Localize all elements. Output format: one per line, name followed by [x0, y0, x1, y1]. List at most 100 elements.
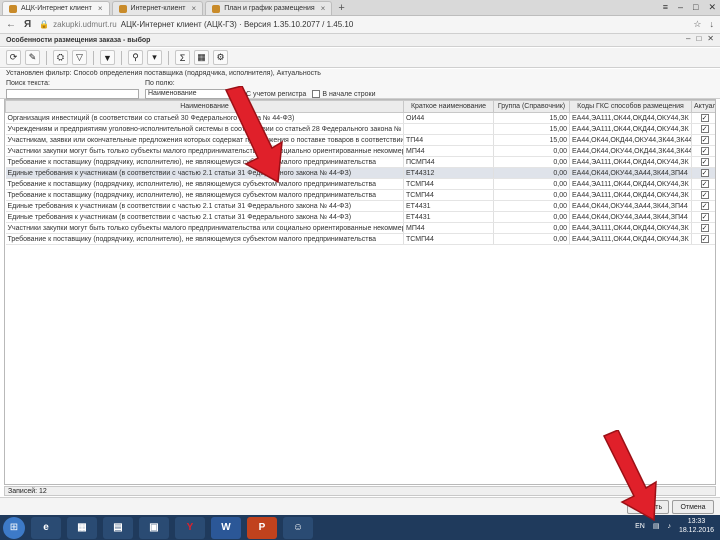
cell-codes: ЕА44,ОК44,ОКД44,ОКУ44,ЗК44,ЗК44: [569, 134, 692, 146]
minimize-icon[interactable]: –: [678, 2, 683, 13]
tab-close-icon[interactable]: ×: [321, 4, 326, 13]
funnel-icon[interactable]: ▼: [100, 50, 115, 65]
browser-tab-0[interactable]: АЦК-Интернет клиент ×: [2, 1, 110, 15]
table-icon[interactable]: ▦: [194, 50, 209, 65]
active-checkbox[interactable]: ✓: [700, 136, 709, 144]
table-row[interactable]: Требование к поставщику (подрядчику, исп…: [5, 156, 715, 168]
menu-icon[interactable]: ≡: [663, 2, 668, 13]
cell-name: Единые требования к участникам (в соотве…: [5, 200, 404, 212]
table-row[interactable]: Требование к поставщику (подрядчику, исп…: [5, 189, 715, 201]
active-checkbox[interactable]: ✓: [700, 235, 709, 243]
table-row[interactable]: Участники закупки могут быть только субъ…: [5, 145, 715, 157]
active-checkbox[interactable]: ✓: [700, 125, 709, 133]
col-header-group[interactable]: Группа (Справочник): [493, 100, 570, 113]
cell-group: 0,00: [493, 222, 570, 234]
table-row[interactable]: Учреждениям и предприятиям уголовно-испо…: [5, 123, 715, 135]
cell-short: ТП44: [403, 134, 494, 146]
tab-close-icon[interactable]: ×: [192, 4, 197, 13]
taskbar-app-yandex-icon[interactable]: Y: [175, 516, 205, 539]
cell-short: [403, 123, 494, 135]
volume-icon[interactable]: ♪: [667, 523, 671, 530]
table-row-selected[interactable]: Единые требования к участникам (в соотве…: [5, 167, 715, 179]
cell-name: Учреждениям и предприятиям уголовно-испо…: [5, 123, 404, 135]
search-icon[interactable]: ⚲: [128, 50, 143, 65]
cell-codes: ЕА44,ЭА111,ОК44,ОКД44,ОКУ44,ЗК: [569, 233, 692, 245]
table-row[interactable]: Требование к поставщику (подрядчику, исп…: [5, 233, 715, 245]
taskbar-app-powerpoint-icon[interactable]: P: [247, 516, 277, 539]
field-label: По полю:: [145, 80, 175, 87]
active-checkbox[interactable]: ✓: [700, 224, 709, 232]
whole-word-checkbox[interactable]: В начале строки: [312, 89, 375, 98]
browser-tab-2[interactable]: План и график размещения ×: [205, 1, 333, 15]
table-row[interactable]: Требование к поставщику (подрядчику, исп…: [5, 178, 715, 190]
refresh-icon[interactable]: ⟳: [6, 50, 21, 65]
active-checkbox[interactable]: ✓: [700, 213, 709, 221]
clock[interactable]: 13:33 18.12.2016: [679, 517, 714, 535]
sum-icon[interactable]: Σ: [175, 50, 190, 65]
bookmark-icon[interactable]: ☆: [693, 19, 701, 30]
table-row[interactable]: Участникам, заявки или окончательные пре…: [5, 134, 715, 146]
back-arrow-icon[interactable]: ←: [6, 19, 16, 30]
maximize-icon[interactable]: □: [696, 34, 701, 43]
table-header-row: Наименование Краткое наименование Группа…: [5, 100, 715, 113]
toolbar-separator: [93, 50, 94, 65]
taskbar-app-ie-icon[interactable]: e: [31, 516, 61, 539]
cell-name: Требование к поставщику (подрядчику, исп…: [5, 189, 404, 201]
cell-group: 0,00: [493, 145, 570, 157]
taskbar-app-word-icon[interactable]: W: [211, 516, 241, 539]
network-icon[interactable]: ▤: [653, 522, 660, 530]
table-row[interactable]: Единые требования к участникам (в соотве…: [5, 200, 715, 212]
active-checkbox[interactable]: ✓: [700, 180, 709, 188]
maximize-icon[interactable]: □: [693, 2, 698, 13]
table-row[interactable]: Участники закупки могут быть только субъ…: [5, 222, 715, 234]
cell-name: Требование к поставщику (подрядчику, исп…: [5, 233, 404, 245]
url-field[interactable]: 🔒 zakupki.udmurt.ru АЦК-Интернет клиент …: [39, 18, 685, 31]
app-window-controls: – □ ✕: [686, 34, 714, 43]
search-label: Поиск текста:: [6, 80, 50, 87]
filter-icon[interactable]: ▽: [72, 50, 87, 65]
browser-tab-1[interactable]: Интернет-клиент ×: [111, 1, 204, 15]
active-checkbox[interactable]: ✓: [700, 114, 709, 122]
table-row[interactable]: Организация инвестиций (в соответствии с…: [5, 112, 715, 124]
taskbar-app-user-icon[interactable]: ☺: [283, 516, 313, 539]
col-header-name[interactable]: Наименование: [5, 100, 404, 113]
col-header-active[interactable]: Актуальность: [691, 100, 715, 113]
language-indicator[interactable]: EN: [635, 523, 645, 530]
col-header-short[interactable]: Краткое наименование: [403, 100, 494, 113]
cancel-button[interactable]: Отмена: [672, 500, 714, 514]
active-checkbox[interactable]: ✓: [700, 158, 709, 166]
filter-settings-icon[interactable]: ⛭: [53, 50, 68, 65]
cell-group: 15,00: [493, 123, 570, 135]
edit-icon[interactable]: ✎: [25, 50, 40, 65]
address-actions: ☆ ↓: [693, 19, 714, 30]
taskbar-app-folder-icon[interactable]: ▤: [103, 516, 133, 539]
minimize-icon[interactable]: –: [686, 34, 690, 43]
active-checkbox[interactable]: ✓: [700, 147, 709, 155]
col-header-codes[interactable]: Коды ГКС способов размещения: [569, 100, 692, 113]
cell-short: ОИ44: [403, 112, 494, 124]
active-checkbox[interactable]: ✓: [700, 191, 709, 199]
cell-short: ЕТ4431: [403, 200, 494, 212]
cell-name: Требование к поставщику (подрядчику, исп…: [5, 156, 404, 168]
cell-codes: ЕА44,ЭА111,ОК44,ОКД44,ОКУ44,ЗК: [569, 112, 692, 124]
close-icon[interactable]: ✕: [708, 2, 716, 13]
cell-group: 0,00: [493, 233, 570, 245]
search-input[interactable]: [6, 88, 139, 99]
table-row[interactable]: Единые требования к участникам (в соотве…: [5, 211, 715, 223]
tab-close-icon[interactable]: ×: [98, 4, 103, 13]
cell-short: МП44: [403, 222, 494, 234]
cell-short: ЕТ44312: [403, 167, 494, 179]
new-tab-button[interactable]: +: [338, 2, 344, 14]
active-checkbox[interactable]: ✓: [700, 169, 709, 177]
start-button-icon[interactable]: ⊞: [3, 516, 25, 539]
taskbar-app-media-icon[interactable]: ▣: [139, 516, 169, 539]
active-checkbox[interactable]: ✓: [700, 202, 709, 210]
cell-name: Единые требования к участникам (в соотве…: [5, 211, 404, 223]
settings-icon[interactable]: ⚙: [213, 50, 228, 65]
results-table: Наименование Краткое наименование Группа…: [5, 100, 715, 245]
close-icon[interactable]: ✕: [707, 34, 714, 43]
download-icon[interactable]: ↓: [710, 19, 715, 30]
dropdown-icon[interactable]: ▾: [147, 50, 162, 65]
app-window-title: Особенности размещения заказа - выбор: [0, 34, 720, 47]
taskbar-app-explorer-icon[interactable]: ▦: [67, 516, 97, 539]
